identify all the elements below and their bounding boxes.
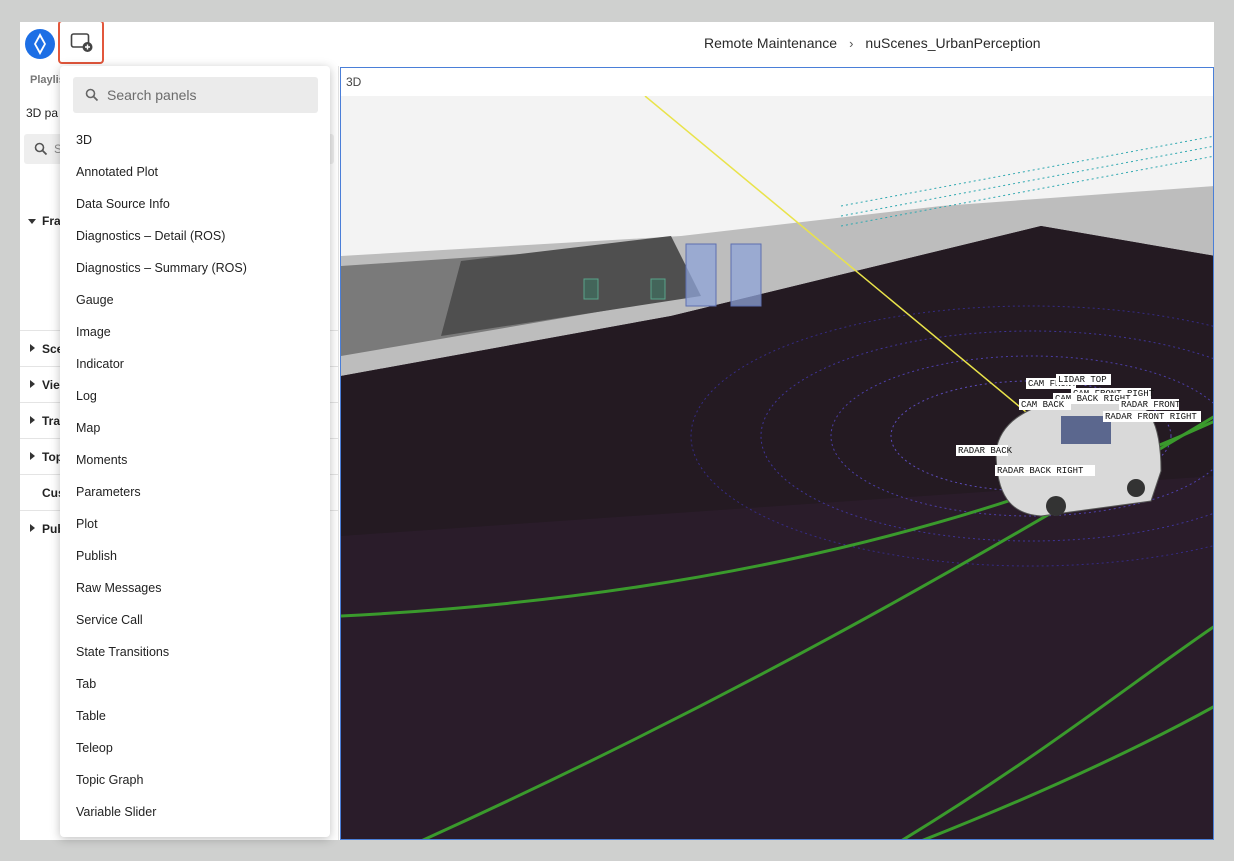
- top-bar: Remote Maintenance › nuScenes_UrbanPercept…: [20, 22, 1214, 66]
- svg-text:RADAR BACK RIGHT: RADAR BACK RIGHT: [997, 466, 1084, 476]
- breadcrumb-dataset[interactable]: nuScenes_UrbanPerception: [865, 35, 1040, 51]
- panel-item-data-source-info[interactable]: Data Source Info: [60, 188, 330, 220]
- panel-item-annotated-plot[interactable]: Annotated Plot: [60, 156, 330, 188]
- breadcrumb-org[interactable]: Remote Maintenance: [704, 35, 837, 51]
- panel-item-service-call[interactable]: Service Call: [60, 604, 330, 636]
- svg-text:RADAR BACK: RADAR BACK: [958, 446, 1013, 456]
- sidebar-section-frame[interactable]: Fra: [28, 214, 61, 228]
- svg-text:CAM BACK: CAM BACK: [1021, 400, 1065, 410]
- caret-right-icon: [30, 380, 35, 388]
- svg-text:RADAR FRONT: RADAR FRONT: [1121, 400, 1181, 410]
- caret-down-icon: [28, 219, 36, 225]
- panel-item-diagnostics-detail[interactable]: Diagnostics – Detail (ROS): [60, 220, 330, 252]
- caret-right-icon: [30, 344, 35, 352]
- add-panel-button[interactable]: [58, 22, 104, 64]
- panel-list: 3D Annotated Plot Data Source Info Diagn…: [60, 124, 330, 828]
- panel-item-parameters[interactable]: Parameters: [60, 476, 330, 508]
- panel-item-log[interactable]: Log: [60, 380, 330, 412]
- panel-item-teleop[interactable]: Teleop: [60, 732, 330, 764]
- add-panel-menu: 3D Annotated Plot Data Source Info Diagn…: [60, 66, 330, 837]
- panel-item-diagnostics-summary[interactable]: Diagnostics – Summary (ROS): [60, 252, 330, 284]
- panel-item-plot[interactable]: Plot: [60, 508, 330, 540]
- chevron-right-icon: ›: [849, 36, 854, 51]
- add-panel-icon: [70, 33, 93, 52]
- panel-item-moments[interactable]: Moments: [60, 444, 330, 476]
- panel-item-indicator[interactable]: Indicator: [60, 348, 330, 380]
- svg-text:RADAR FRONT RIGHT: RADAR FRONT RIGHT: [1105, 412, 1197, 422]
- caret-right-icon: [30, 524, 35, 532]
- panel-item-variable-slider[interactable]: Variable Slider: [60, 796, 330, 828]
- panel-item-map[interactable]: Map: [60, 412, 330, 444]
- panel-3d[interactable]: 3D CAM FRONT LIDAR TOP RIGHT CAM BACK RI…: [340, 67, 1214, 840]
- search-icon: [85, 88, 99, 102]
- panel-item-table[interactable]: Table: [60, 700, 330, 732]
- search-icon: [34, 142, 48, 156]
- panel-item-state-transitions[interactable]: State Transitions: [60, 636, 330, 668]
- 3d-scene-viewport[interactable]: CAM FRONT LIDAR TOP CAM FRONT RIGHT CAM …: [341, 96, 1214, 840]
- caret-right-icon: [30, 416, 35, 424]
- caret-right-icon: [30, 452, 35, 460]
- panel-item-3d[interactable]: 3D: [60, 124, 330, 156]
- panel-item-publish[interactable]: Publish: [60, 540, 330, 572]
- svg-text:LIDAR TOP: LIDAR TOP: [1058, 375, 1107, 385]
- app-logo-icon[interactable]: [24, 28, 56, 60]
- panel-search-field[interactable]: [73, 77, 318, 113]
- panel-item-topic-graph[interactable]: Topic Graph: [60, 764, 330, 796]
- sidebar-panel-title: 3D pa: [26, 106, 59, 120]
- panel-toolbar: 3D: [341, 68, 1213, 96]
- breadcrumb: Remote Maintenance › nuScenes_UrbanPercept…: [704, 35, 1041, 51]
- panel-search-input[interactable]: [107, 77, 307, 113]
- panel-item-gauge[interactable]: Gauge: [60, 284, 330, 316]
- panel-item-image[interactable]: Image: [60, 316, 330, 348]
- panel-title: 3D: [346, 75, 362, 89]
- panel-item-tab[interactable]: Tab: [60, 668, 330, 700]
- panel-item-raw-messages[interactable]: Raw Messages: [60, 572, 330, 604]
